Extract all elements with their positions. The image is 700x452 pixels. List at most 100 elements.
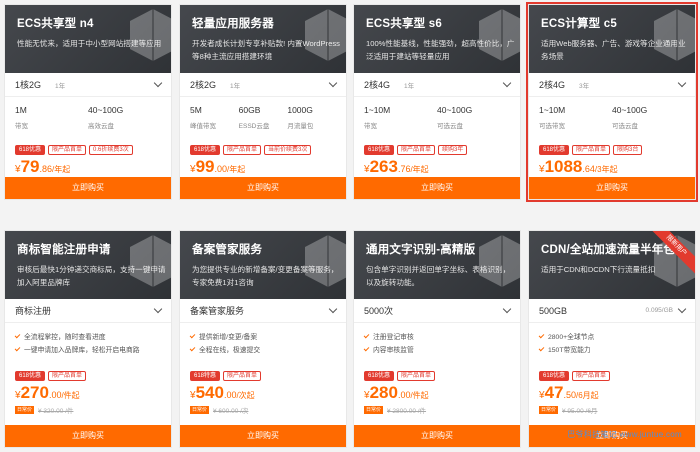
promo-tag: 限产品首单 <box>397 371 436 381</box>
check-icon <box>363 332 370 339</box>
config-select[interactable]: 500GB 0.095/GB <box>529 299 695 323</box>
config-value: 备案管家服务 <box>190 306 245 316</box>
promo-tag: 限产品首单 <box>48 371 87 381</box>
promo-tags: 618特惠 限产品首单 <box>180 367 346 382</box>
price: ¥47.50/6月起 <box>539 383 599 402</box>
config-select[interactable]: 商标注册 <box>5 299 171 323</box>
buy-now-button[interactable]: 立即购买 <box>529 177 695 199</box>
feature-item: 内容审核监管 <box>363 344 510 357</box>
price-unit: /年起 <box>52 165 71 174</box>
spec-value: 5M <box>190 105 202 115</box>
config-value: 5000次 <box>364 306 394 316</box>
buy-now-button[interactable]: 立即购买 <box>354 425 520 447</box>
buy-now-button[interactable]: 立即购买 <box>180 177 346 199</box>
product-card[interactable]: 备案管家服务 为您提供专业的新增备案/变更备案等服务，专家免费1对1咨询备案管家服… <box>179 230 347 448</box>
promo-tag: 限产品首单 <box>572 371 611 381</box>
original-price-value: ¥ 600.00 /次 <box>213 407 249 415</box>
product-card[interactable]: ECS计算型 c5 适用Web服务器、广告、游戏等企业通用业务场景 2核4G 3年 1~… <box>526 2 698 202</box>
daily-price-badge: 日常价 <box>364 405 384 414</box>
price: ¥540.00/次起 <box>190 383 255 402</box>
daily-price-badge: 日常价 <box>190 405 210 414</box>
spec-item: 40~100G 高效云盘 <box>88 105 161 141</box>
watermark: 巴爷科技笔记 www.juntue.com <box>567 430 682 439</box>
price-integer: 540 <box>195 383 224 402</box>
config-select[interactable]: 2核4G 1年 <box>354 73 520 97</box>
product-card[interactable]: 商标智能注册申请 审核后最快1分钟递交商标局，支持一键申请加入阿里品牌库 商标注册全… <box>4 230 172 448</box>
check-icon <box>538 345 545 352</box>
check-icon <box>14 345 21 352</box>
spec-item: 1M 带宽 <box>15 105 88 141</box>
server-illustration-icon <box>305 235 346 287</box>
product-card[interactable]: 轻量应用服务器 开发者成长计划专享补贴款! 内置WordPress等8种主流应用搭… <box>179 4 347 200</box>
config-value: 1核2G <box>15 80 42 90</box>
config-value: 2核4G <box>539 80 566 90</box>
card-header: ECS计算型 c5 适用Web服务器、广告、游戏等企业通用业务场景 <box>529 5 695 73</box>
promo-tags: 618优惠 限产品首单 0.6折续费3次 <box>5 141 171 156</box>
price: ¥1088.64/3年起 <box>539 157 618 176</box>
spec-list: 1~10M 带宽 40~100G 可选云盘 <box>354 97 520 141</box>
feature-list: 2800+全球节点 150T带宽能力 <box>529 323 695 367</box>
term-label: 1年 <box>230 82 241 90</box>
spec-label: ESSD云盘 <box>238 123 270 130</box>
feature-list: 全流程掌控，随时查看进度 一键申请加入品牌库，轻松开启电商路 <box>5 323 171 367</box>
price-unit: /件起 <box>410 391 429 400</box>
spec-label: 带宽 <box>364 123 377 130</box>
config-select[interactable]: 1核2G 1年 <box>5 73 171 97</box>
promo-tag: 限产品首单 <box>223 371 262 381</box>
spec-label: 可选云盘 <box>437 123 463 130</box>
product-card[interactable]: 通用文字识别-高精版 包含单字识别并返回单字坐标、表格识别，以及旋转功能。 5000… <box>353 230 521 448</box>
spec-label: 带宽 <box>15 123 28 130</box>
server-illustration-icon <box>479 235 520 287</box>
card-header: ECS共享型 s6 100%性能基线，性能强劲，超高性价比，广泛适用于建站等轻量应… <box>354 5 520 73</box>
promo-tags: 618优惠 限产品首单 限购3台 <box>529 141 695 156</box>
price: ¥99.00/年起 <box>190 157 246 176</box>
promo-tag: 限产品首单 <box>572 145 611 155</box>
spec-label: 峰值带宽 <box>190 123 216 130</box>
config-select[interactable]: 备案管家服务 <box>180 299 346 323</box>
promo-tag: 618特惠 <box>190 371 221 381</box>
promo-tag: 618优惠 <box>190 145 221 155</box>
price-integer: 280 <box>369 383 398 402</box>
term-label: 1年 <box>55 82 66 90</box>
spec-value: 1~10M <box>539 105 566 115</box>
config-select[interactable]: 2核2G 1年 <box>180 73 346 97</box>
term-label: 0.095/GB <box>645 307 673 314</box>
buy-now-button[interactable]: 立即购买 <box>354 177 520 199</box>
spec-item: 1~10M 带宽 <box>364 105 437 141</box>
daily-price-badge: 日常价 <box>15 405 35 414</box>
product-card[interactable]: ECS共享型 n4 性能无忧来，适用于中小型网站搭建等应用 1核2G 1年 1M 带宽 40… <box>4 4 172 200</box>
term-label: 1年 <box>404 82 415 90</box>
price-unit: /6月起 <box>576 391 599 400</box>
price-integer: 99 <box>195 157 215 176</box>
config-select[interactable]: 2核4G 3年 <box>529 73 695 97</box>
feature-list: 注册登记审核 内容审核监管 <box>354 323 520 367</box>
product-card[interactable]: CDN/全站加速流量半年包 适用于CDN和DCDN下行流量抵扣 限新用户 500GB 0… <box>528 230 696 448</box>
chevron-down-icon <box>677 304 687 314</box>
check-icon <box>14 332 21 339</box>
price: ¥270.00/件起 <box>15 383 80 402</box>
config-select[interactable]: 5000次 <box>354 299 520 323</box>
product-card[interactable]: ECS共享型 s6 100%性能基线，性能强劲，超高性价比，广泛适用于建站等轻量应… <box>353 4 521 200</box>
original-price-value: ¥ 95.00 /6月 <box>562 407 598 415</box>
term-label: 3年 <box>579 82 590 90</box>
feature-item: 全程在线，极速提交 <box>189 344 336 357</box>
feature-item: 150T带宽能力 <box>538 344 685 357</box>
spec-item: 1000G 月流量包 <box>287 105 336 141</box>
price: ¥79.86/年起 <box>15 157 71 176</box>
promo-tags: 618优惠 限产品首单 <box>5 367 171 382</box>
price-integer: 263 <box>369 157 398 176</box>
buy-now-button[interactable]: 立即购买 <box>5 425 171 447</box>
promo-tag: 限产品首单 <box>48 145 87 155</box>
spec-value: 1M <box>15 105 27 115</box>
server-illustration-icon <box>130 235 171 287</box>
card-header: 备案管家服务 为您提供专业的新增备案/变更备案等服务，专家免费1对1咨询 <box>180 231 346 299</box>
spec-item: 5M 峰值带宽 <box>190 105 239 141</box>
price-unit: /年起 <box>227 165 246 174</box>
config-value: 2核4G <box>364 80 391 90</box>
buy-now-button[interactable]: 立即购买 <box>5 177 171 199</box>
price-decimal: .86 <box>39 164 52 174</box>
original-price-value: ¥ 320.00 /件 <box>38 407 74 415</box>
config-value: 500GB <box>539 305 568 316</box>
buy-now-button[interactable]: 立即购买 <box>180 425 346 447</box>
price-unit: /3年起 <box>594 165 618 174</box>
